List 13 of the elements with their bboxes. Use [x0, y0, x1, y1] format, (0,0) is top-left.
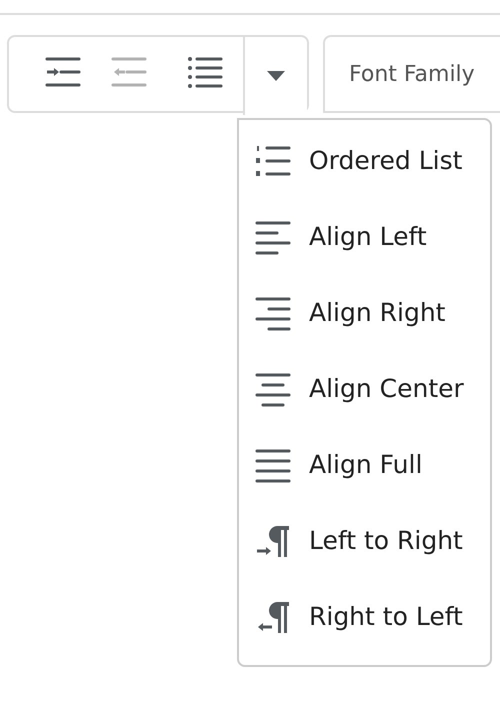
align-right-icon — [255, 294, 291, 332]
menu-item[interactable]: Left to Right — [239, 503, 490, 579]
menu-item[interactable]: Right to Left — [239, 579, 490, 655]
font-family-select[interactable]: Font Family — [323, 35, 500, 113]
menu-item[interactable]: Align Center — [239, 351, 490, 427]
align-center-icon — [255, 370, 291, 408]
menu-item[interactable]: Ordered List — [239, 123, 490, 199]
align-justify-icon — [255, 446, 291, 484]
menu-item[interactable]: Align Full — [239, 427, 490, 503]
menu-item[interactable]: Align Right — [239, 275, 490, 351]
menu-item[interactable]: Align Left — [239, 199, 490, 275]
caret-icon — [266, 70, 286, 82]
align-left-icon — [255, 218, 291, 256]
